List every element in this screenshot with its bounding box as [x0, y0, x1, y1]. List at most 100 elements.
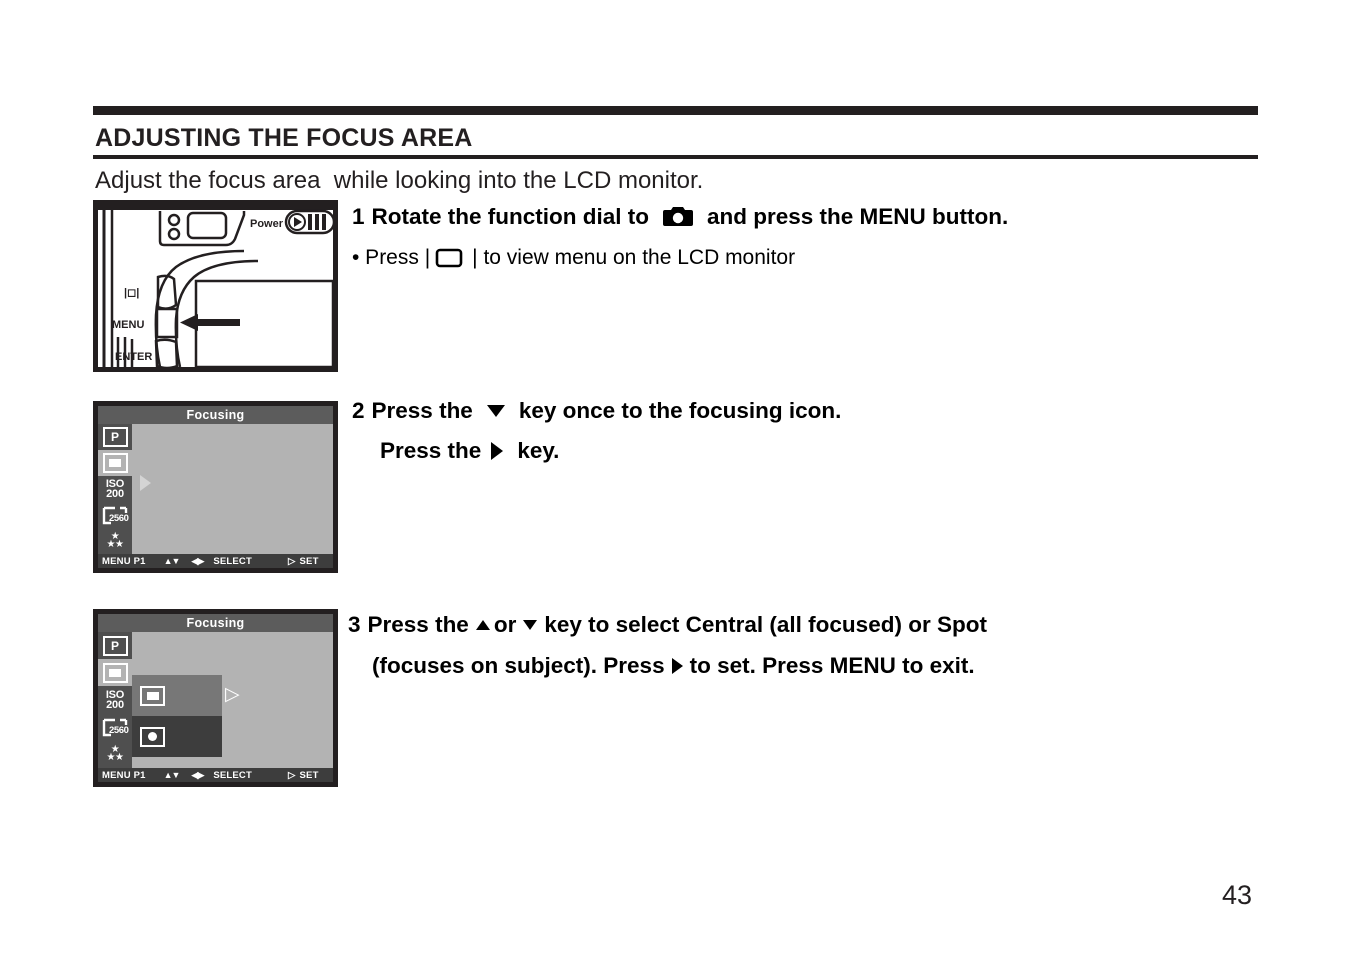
- right-arrow-icon: [491, 441, 504, 460]
- intro-paragraph: Adjust the focus area while looking into…: [95, 167, 704, 194]
- footer-updown-icon: ▲▼: [163, 556, 181, 566]
- step-2-line1-before: Press the: [371, 398, 473, 423]
- sidebar-item-focusing-area[interactable]: [98, 450, 132, 476]
- step-3-line-1: 3 Press the or key to select Central (al…: [348, 612, 987, 637]
- top-rule: [93, 106, 1258, 115]
- spot-focus-icon: [140, 726, 165, 747]
- lcd-titlebar: Focusing: [98, 406, 333, 424]
- lcd-sidebar: P ISO 200 2560 ★ ★★: [98, 424, 132, 554]
- step-1-text-before: Rotate the function dial to: [371, 204, 649, 229]
- enter-button-label: ENTER: [115, 351, 152, 363]
- menu-button-label: MENU: [112, 319, 144, 331]
- up-arrow-icon: [475, 620, 490, 631]
- step-2-line2-after: key.: [517, 437, 560, 463]
- resolution-icon-value: 2560: [108, 513, 129, 524]
- step-3-block: 3 Press the or key to select Central (al…: [348, 612, 987, 678]
- resolution-icon: 2560: [102, 506, 129, 525]
- lcd-title: Focusing: [186, 407, 245, 422]
- page-title: ADJUSTING THE FOCUS AREA: [95, 124, 473, 152]
- submenu-item-central[interactable]: [132, 675, 222, 716]
- resolution-icon-value: 2560: [108, 725, 129, 737]
- lcd-screen-focusing-collapsed: Focusing P ISO 200 2560 ★ ★★ MENU P1 ▲▼ …: [93, 401, 338, 573]
- sidebar-item-iso[interactable]: ISO 200: [98, 686, 132, 713]
- focusing-area-icon: [102, 662, 128, 683]
- step-3-number: 3: [348, 612, 361, 637]
- iso-icon: ISO 200: [106, 478, 125, 500]
- sidebar-item-resolution[interactable]: 2560: [98, 502, 132, 528]
- display-button-label: |◻|: [124, 287, 139, 299]
- down-arrow-icon: [523, 620, 538, 631]
- step-1-bullet-before: • Press |: [352, 245, 431, 269]
- step-2-line1-after: key once to the focusing icon.: [518, 398, 842, 423]
- title-underline-rule: [93, 155, 1258, 159]
- camera-icon: [663, 206, 693, 228]
- lcd-body: P ISO 200 2560: [98, 424, 333, 554]
- spot-focus-icon-dot: [148, 732, 157, 741]
- footer-leftright-icon: ◀▶: [191, 769, 204, 780]
- footer-menu-label: MENU P1: [102, 555, 146, 567]
- sidebar-item-quality[interactable]: ★ ★★: [98, 528, 132, 554]
- lcd-screen-focusing-expanded: Focusing P ISO 200 2560 ★ ★★ ▷ MENU P1 ▲…: [93, 609, 338, 787]
- footer-set-label: SET: [299, 555, 319, 567]
- step-2-number: 2: [352, 398, 365, 423]
- lcd-sidebar: P ISO 200 2560 ★ ★★: [98, 632, 132, 768]
- sidebar-item-quality[interactable]: ★ ★★: [98, 741, 132, 768]
- footer-set-arrow-icon: ▷: [288, 769, 296, 781]
- central-focus-icon-fill: [146, 691, 159, 700]
- camera-rear-figure: Power |◻| MENU ENTER: [93, 200, 338, 372]
- sidebar-item-focusing-area[interactable]: [98, 659, 132, 687]
- resolution-icon: 2560: [102, 718, 129, 737]
- sidebar-item-iso[interactable]: ISO 200: [98, 476, 132, 502]
- step-1-number: 1: [352, 204, 365, 229]
- sidebar-item-resolution[interactable]: 2560: [98, 714, 132, 741]
- central-focus-icon: [140, 685, 165, 706]
- camera-rear-illustration: Power |◻| MENU ENTER: [98, 205, 333, 367]
- quality-stars-icon: ★ ★★: [106, 743, 124, 764]
- iso-icon: ISO 200: [106, 689, 125, 711]
- focusing-area-icon: [102, 453, 128, 473]
- step-3-line2-b: to set. Press MENU to exit.: [689, 652, 975, 678]
- footer-select-label: SELECT: [213, 555, 252, 567]
- iso-icon-bottom: 200: [106, 699, 124, 711]
- down-arrow-icon: [486, 405, 505, 418]
- step-1-block: 1 Rotate the function dial to and press …: [352, 204, 1009, 270]
- lcd-monitor-icon: [434, 247, 472, 269]
- lcd-titlebar: Focusing: [98, 614, 333, 632]
- step-3-line2-a: (focuses on subject). Press: [372, 652, 665, 678]
- iso-icon-bottom: 200: [106, 488, 124, 500]
- footer-updown-icon: ▲▼: [163, 770, 181, 780]
- submenu-item-spot[interactable]: [132, 716, 222, 757]
- step-1-bullet: • Press | | to view menu on the LCD moni…: [352, 246, 1008, 270]
- lcd-body: P ISO 200 2560: [98, 632, 333, 768]
- program-mode-icon: P: [102, 635, 128, 656]
- lcd-cursor-arrow-icon: ▷: [225, 684, 240, 705]
- sidebar-item-program-mode[interactable]: P: [98, 424, 132, 450]
- lcd-footer: MENU P1 ▲▼ ◀▶ SELECT ▷ SET: [98, 554, 333, 568]
- step-2-line-1: 2 Press the key once to the focusing ico…: [352, 398, 842, 423]
- sidebar-item-program-mode[interactable]: P: [98, 632, 132, 659]
- step-1-heading: 1 Rotate the function dial to and press …: [352, 204, 1009, 229]
- footer-leftright-icon: ◀▶: [191, 555, 204, 566]
- lcd-footer: MENU P1 ▲▼ ◀▶ SELECT ▷ SET: [98, 768, 333, 782]
- lcd-title: Focusing: [186, 615, 245, 630]
- focusing-area-icon-fill: [109, 459, 121, 467]
- right-arrow-icon: [671, 657, 683, 674]
- step-1-bullet-after: | to view menu on the LCD monitor: [472, 245, 796, 269]
- step-3-line1-c: key to select Central (all focused) or S…: [544, 612, 987, 637]
- step-3-line-2: (focuses on subject). Press to set. Pres…: [372, 652, 987, 678]
- step-2-block: 2 Press the key once to the focusing ico…: [352, 398, 842, 463]
- footer-set-label: SET: [299, 769, 319, 781]
- footer-menu-label: MENU P1: [102, 769, 146, 781]
- power-label: Power: [250, 218, 284, 230]
- lcd-cursor-arrow-icon: [140, 475, 151, 491]
- step-2-line2-before: Press the: [380, 437, 482, 463]
- footer-set-arrow-icon: ▷: [288, 555, 296, 567]
- quality-stars-icon: ★ ★★: [106, 530, 124, 550]
- step-3-line1-a: Press the: [367, 612, 469, 637]
- focusing-area-icon-fill: [109, 668, 121, 677]
- step-2-line-2: Press the key.: [380, 437, 841, 463]
- focusing-submenu: [132, 675, 222, 757]
- program-mode-icon: P: [102, 427, 128, 447]
- step-1-text-after: and press the MENU button.: [707, 204, 1009, 229]
- page-number: 43: [1222, 880, 1253, 910]
